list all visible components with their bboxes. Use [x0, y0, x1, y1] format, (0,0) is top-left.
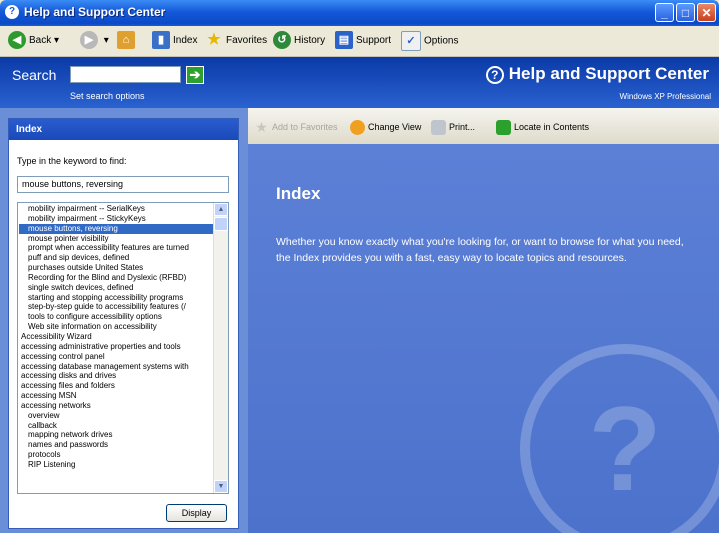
- index-list-item[interactable]: starting and stopping accessibility prog…: [19, 293, 214, 303]
- page-description: Whether you know exactly what you're loo…: [276, 236, 684, 264]
- scroll-up-arrow[interactable]: ▲: [214, 203, 228, 216]
- page-title: Index: [276, 184, 321, 203]
- index-scrollbar[interactable]: ▲ ▼: [213, 203, 228, 493]
- index-list-item[interactable]: accessing networks: [19, 401, 214, 411]
- locate-in-contents-button[interactable]: Locate in Contents: [496, 120, 589, 136]
- index-button[interactable]: ▮ Index: [152, 31, 197, 51]
- index-list-item[interactable]: accessing administrative properties and …: [19, 342, 214, 352]
- search-go-button[interactable]: ➔: [186, 66, 204, 84]
- checklist-icon: ✓: [401, 31, 421, 51]
- favorites-button[interactable]: ★ Favorites: [205, 31, 267, 51]
- change-view-button[interactable]: Change View: [350, 120, 421, 136]
- index-list-item[interactable]: prompt when accessibility features are t…: [19, 243, 214, 253]
- command-bar: ★ Add to Favorites Change View Print... L…: [248, 108, 719, 145]
- brand-subtitle: Windows XP Professional: [619, 92, 711, 101]
- index-list-item[interactable]: mobility impairment -- SerialKeys: [19, 204, 214, 214]
- search-options-link[interactable]: Set search options: [70, 91, 145, 101]
- index-list-item[interactable]: puff and sip devices, defined: [19, 253, 214, 263]
- index-list-item[interactable]: mapping network drives: [19, 430, 214, 440]
- index-list-item[interactable]: names and passwords: [19, 440, 214, 450]
- index-list-item[interactable]: protocols: [19, 450, 214, 460]
- forward-arrow-icon: ▶: [80, 31, 98, 50]
- index-list-item[interactable]: Recording for the Blind and Dyslexic (RF…: [19, 273, 214, 283]
- forward-button[interactable]: ▶ ▾: [80, 31, 109, 51]
- home-icon: ⌂: [117, 31, 135, 50]
- keyword-label: Type in the keyword to find:: [17, 156, 127, 166]
- star-plus-icon: ★: [255, 119, 268, 136]
- index-list-item[interactable]: accessing disks and drives: [19, 371, 214, 381]
- index-list-item[interactable]: Accessibility Wizard: [19, 332, 214, 342]
- back-arrow-icon: ◀: [8, 31, 26, 50]
- index-list-item[interactable]: callback: [19, 421, 214, 431]
- index-list-item[interactable]: Web site information on accessibility: [19, 322, 214, 332]
- index-list-item[interactable]: accessing database management systems wi…: [19, 362, 214, 372]
- display-button[interactable]: Display: [166, 504, 227, 522]
- index-list-item[interactable]: step-by-step guide to accessibility feat…: [19, 302, 214, 312]
- star-icon: ★: [207, 31, 221, 49]
- index-list: mobility impairment -- SerialKeys mobilit…: [19, 204, 214, 470]
- index-list-item[interactable]: mobility impairment -- StickyKeys: [19, 214, 214, 224]
- index-list-item[interactable]: mouse buttons, reversing: [19, 223, 214, 234]
- index-list-item[interactable]: accessing control panel: [19, 352, 214, 362]
- index-listbox[interactable]: mobility impairment -- SerialKeys mobilit…: [17, 202, 229, 494]
- history-button[interactable]: ↺ History: [273, 31, 325, 51]
- window-title: Help and Support Center: [24, 5, 166, 19]
- index-list-item[interactable]: accessing MSN: [19, 391, 214, 401]
- index-list-item[interactable]: purchases outside United States: [19, 263, 214, 273]
- locate-icon: [496, 120, 511, 136]
- print-button[interactable]: Print...: [431, 120, 475, 136]
- search-bar: Search ➔ Set search options ? Help and Su…: [0, 57, 719, 108]
- search-input[interactable]: [70, 66, 181, 83]
- index-panel-header: Index: [9, 119, 238, 140]
- index-list-item[interactable]: tools to configure accessibility options: [19, 312, 214, 322]
- change-view-icon: [350, 120, 365, 136]
- content-pane: Index Whether you know exactly what you'…: [248, 144, 719, 533]
- question-mark-watermark-icon: ?: [520, 344, 719, 533]
- brand-title: ? Help and Support Center: [485, 64, 709, 84]
- index-list-item[interactable]: RIP Listening: [19, 460, 214, 470]
- back-button[interactable]: ◀ Back ▾: [8, 31, 59, 51]
- support-button[interactable]: ▤ Support: [335, 31, 391, 51]
- maximize-button[interactable]: □: [676, 3, 695, 22]
- close-button[interactable]: ✕: [697, 3, 716, 22]
- index-list-item[interactable]: accessing files and folders: [19, 381, 214, 391]
- title-bar: ? Help and Support Center _ □ ✕: [0, 0, 719, 26]
- keyword-input[interactable]: mouse buttons, reversing: [17, 176, 229, 193]
- book-icon: ▮: [152, 31, 170, 50]
- add-to-favorites-button[interactable]: ★ Add to Favorites: [254, 119, 337, 136]
- help-app-icon: ?: [5, 5, 19, 19]
- printer-icon: [431, 120, 446, 136]
- scroll-thumb[interactable]: [214, 217, 228, 231]
- search-label: Search: [12, 67, 57, 83]
- support-icon: ▤: [335, 31, 353, 50]
- index-list-item[interactable]: overview: [19, 411, 214, 421]
- history-icon: ↺: [273, 31, 291, 50]
- options-button[interactable]: ✓ Options: [401, 31, 458, 51]
- toolbar: ◀ Back ▾ ▶ ▾ ⌂ ▮ Index ★ Favorites ↺ History…: [0, 26, 719, 57]
- left-pane: Index Type in the keyword to find: mouse…: [0, 108, 248, 533]
- index-list-item[interactable]: mouse pointer visibility: [19, 234, 214, 244]
- index-list-item[interactable]: single switch devices, defined: [19, 283, 214, 293]
- minimize-button[interactable]: _: [655, 3, 674, 22]
- help-icon: ?: [485, 65, 504, 84]
- index-panel: Index Type in the keyword to find: mouse…: [8, 118, 239, 529]
- home-button[interactable]: ⌂: [117, 31, 138, 51]
- scroll-down-arrow[interactable]: ▼: [214, 480, 228, 493]
